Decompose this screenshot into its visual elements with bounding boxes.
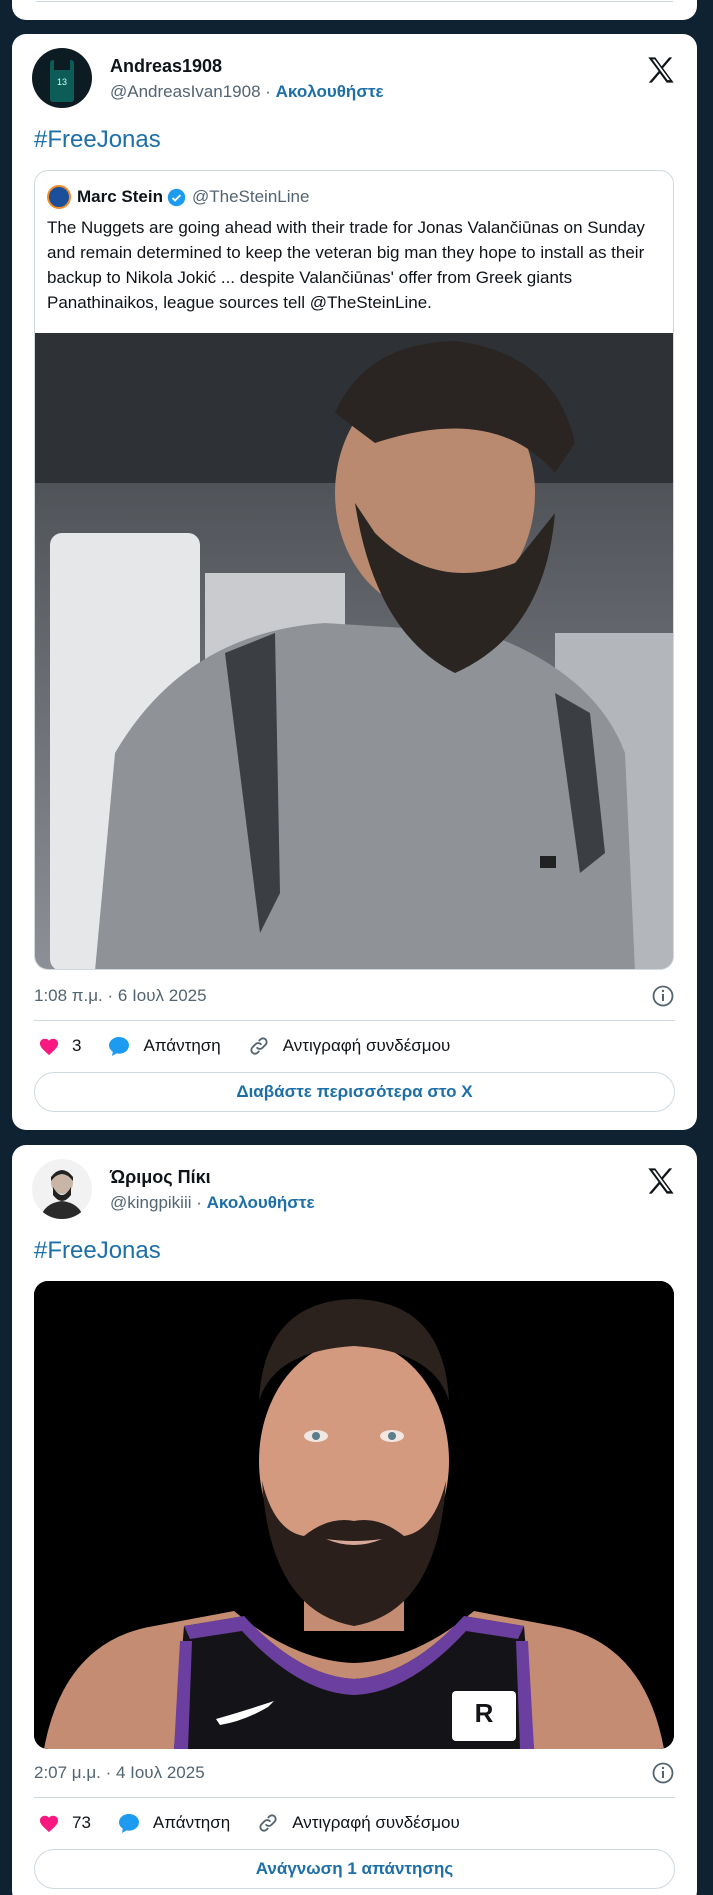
player-portrait-photo[interactable]: R <box>34 1281 674 1749</box>
copy-link-button[interactable]: Αντιγραφή συνδέσμου <box>247 1035 451 1057</box>
tweet-meta: 1:08 π.μ. · 6 Ιουλ 2025 <box>34 984 675 1008</box>
speech-bubble-icon <box>118 1814 139 1833</box>
follow-link[interactable]: Ακολουθήστε <box>207 1193 315 1212</box>
info-icon[interactable] <box>651 1761 675 1785</box>
user-handle-line: @AndreasIvan1908 · Ακολουθήστε <box>110 82 384 101</box>
copy-link-button[interactable]: Αντιγραφή συνδέσμου <box>256 1812 460 1834</box>
quoted-display-name: Marc Stein <box>77 187 163 206</box>
heart-icon <box>39 1815 59 1833</box>
like-count: 3 <box>72 1036 82 1055</box>
like-count: 73 <box>72 1813 91 1832</box>
previous-card-bottom <box>12 0 697 20</box>
reply-label: Απάντηση <box>143 1036 221 1055</box>
read-more-button[interactable]: Διαβάστε περισσότερα στο X <box>34 1072 675 1112</box>
tweet-actions: 73 Απάντηση Αντιγραφή συνδέσμου <box>38 1808 675 1838</box>
x-logo-icon[interactable] <box>645 1165 677 1197</box>
quoted-avatar <box>47 185 71 209</box>
copy-link-label: Αντιγραφή συνδέσμου <box>292 1813 460 1832</box>
speech-bubble-icon <box>109 1037 130 1056</box>
divider <box>34 1797 675 1798</box>
heart-icon <box>39 1038 59 1056</box>
timestamp[interactable]: 2:07 μ.μ. · 4 Ιουλ 2025 <box>34 1763 205 1782</box>
svg-text:13: 13 <box>57 77 67 87</box>
timestamp[interactable]: 1:08 π.μ. · 6 Ιουλ 2025 <box>34 986 207 1005</box>
quoted-tweet[interactable]: Marc Stein @TheSteinLine The Nuggets are… <box>34 170 674 970</box>
link-icon <box>250 1037 268 1055</box>
user-handle[interactable]: @AndreasIvan1908 <box>110 82 261 101</box>
like-button[interactable]: 73 <box>38 1813 91 1833</box>
hashtag-link[interactable]: #FreeJonas <box>34 1237 161 1265</box>
svg-text:R: R <box>475 1698 494 1728</box>
hashtag-link[interactable]: #FreeJonas <box>34 126 161 154</box>
quoted-tweet-header: Marc Stein @TheSteinLine <box>47 185 309 209</box>
tweet-card: 13 Andreas1908 @AndreasIvan1908 · Ακολου… <box>12 34 697 1130</box>
divider <box>34 1020 675 1021</box>
reply-button[interactable]: Απάντηση <box>107 1035 221 1057</box>
follow-link[interactable]: Ακολουθήστε <box>276 82 384 101</box>
tweet-header: Ώριμος Πίκι @kingpikiii · Ακολουθήστε <box>32 1159 677 1223</box>
tweet-header: 13 Andreas1908 @AndreasIvan1908 · Ακολου… <box>32 48 677 112</box>
player-photo-airport[interactable] <box>35 333 674 970</box>
tweet-meta: 2:07 μ.μ. · 4 Ιουλ 2025 <box>34 1761 675 1785</box>
reply-button[interactable]: Απάντηση <box>117 1812 230 1834</box>
avatar[interactable]: 13 <box>32 48 92 108</box>
copy-link-label: Αντιγραφή συνδέσμου <box>282 1036 451 1055</box>
tweet-actions: 3 Απάντηση Αντιγραφή συνδέσμου <box>38 1031 675 1061</box>
link-icon <box>259 1814 277 1832</box>
quoted-tweet-text: The Nuggets are going ahead with their t… <box>47 218 645 312</box>
display-name[interactable]: Ώριμος Πίκι <box>110 1167 211 1188</box>
info-icon[interactable] <box>651 984 675 1008</box>
reply-label: Απάντηση <box>152 1813 231 1832</box>
user-handle[interactable]: @kingpikiii <box>110 1193 192 1212</box>
user-handle-line: @kingpikiii · Ακολουθήστε <box>110 1193 315 1212</box>
avatar[interactable] <box>32 1159 92 1219</box>
display-name[interactable]: Andreas1908 <box>110 56 222 77</box>
read-replies-button[interactable]: Ανάγνωση 1 απάντησης <box>34 1849 675 1889</box>
verified-badge-icon <box>167 188 186 206</box>
tweet-card: Ώριμος Πίκι @kingpikiii · Ακολουθήστε #F… <box>12 1145 697 1895</box>
like-button[interactable]: 3 <box>38 1036 81 1056</box>
quoted-handle: @TheSteinLine <box>191 187 310 206</box>
x-logo-icon[interactable] <box>645 54 677 86</box>
